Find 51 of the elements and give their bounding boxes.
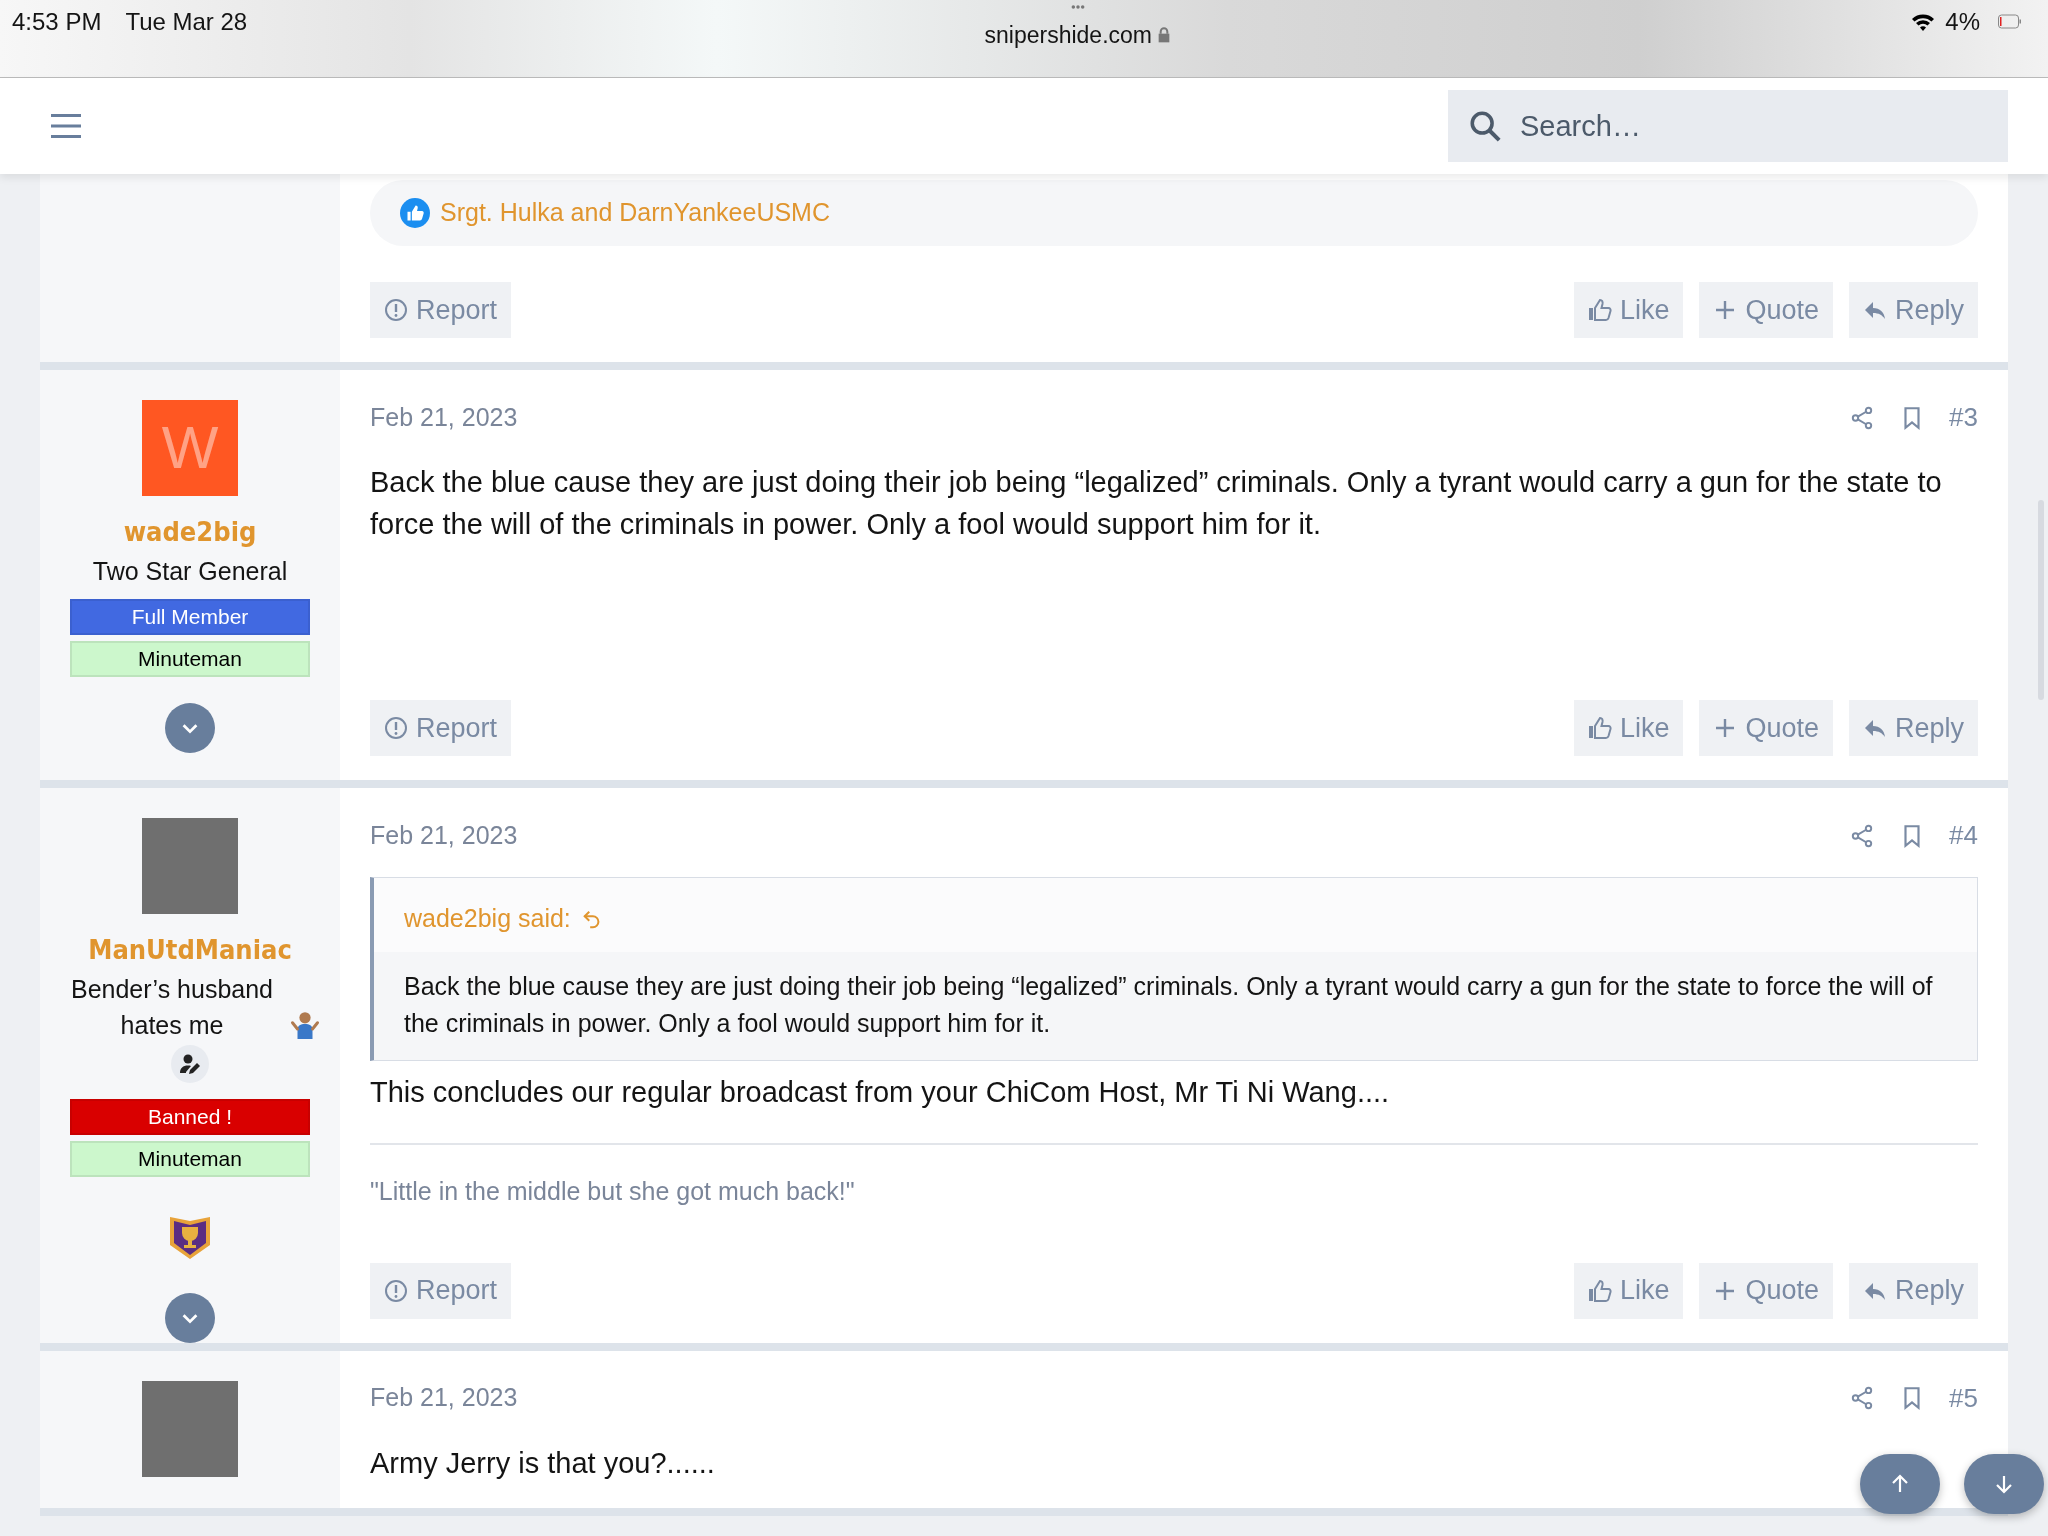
quote-button[interactable]: Quote bbox=[1699, 700, 1833, 756]
quote-text: Back the blue cause they are just doing their job being “legalized” criminals. Only a tyrant would carry a gun for the state to force the will of the criminals in power. Only a fool would support him for it. bbox=[374, 951, 1977, 1060]
search-icon bbox=[1468, 109, 1502, 143]
thumbs-up-icon bbox=[1587, 716, 1612, 740]
report-button[interactable]: Report bbox=[370, 700, 512, 756]
user-banner: Minuteman bbox=[70, 1140, 310, 1177]
status-date: Tue Mar 28 bbox=[125, 7, 248, 37]
reply-button[interactable]: Reply bbox=[1848, 282, 1978, 338]
post-text: Army Jerry is that you?...... bbox=[370, 1445, 716, 1481]
quote-author-link[interactable]: wade2big said: bbox=[404, 900, 571, 938]
username-link[interactable]: wade2big bbox=[123, 512, 257, 553]
user-title: Two Star General bbox=[92, 555, 288, 587]
like-button[interactable]: Like bbox=[1573, 700, 1684, 756]
post-number-link[interactable]: #5 bbox=[1949, 1378, 1978, 1418]
post-date[interactable]: Feb 21, 2023 bbox=[370, 816, 518, 855]
signature-text: "Little in the middle but she got much back!" bbox=[370, 1142, 1978, 1210]
expand-button[interactable] bbox=[165, 1292, 215, 1343]
report-icon bbox=[384, 1278, 408, 1303]
post-number-link[interactable]: #3 bbox=[1949, 398, 1978, 437]
search-field[interactable]: Search… bbox=[1448, 90, 2008, 162]
post-text: This concludes our regular broadcast from your ChiCom Host, Mr Ti Ni Wang.... bbox=[370, 1074, 1391, 1110]
thumbs-up-icon bbox=[1587, 298, 1612, 322]
scroll-down-button[interactable] bbox=[1964, 1454, 2044, 1514]
like-reaction-icon bbox=[400, 198, 430, 228]
reactions-link[interactable]: Srgt. Hulka and DarnYankeeUSMC bbox=[440, 194, 830, 232]
report-icon bbox=[384, 298, 408, 322]
user-title: Bender’s husband hates me bbox=[70, 973, 274, 1041]
report-icon bbox=[384, 716, 408, 740]
battery-percent: 4% bbox=[1945, 7, 1980, 37]
username-link[interactable]: ManUtdManiac bbox=[88, 930, 292, 971]
post-text: Back the blue cause they are just doing their job being “legalized” criminals. Only a tyrant would carry a gun for the state to force the will of the criminals in power. Only a fool would support him for it. bbox=[370, 465, 1943, 542]
post-date[interactable]: Feb 21, 2023 bbox=[370, 398, 518, 437]
like-button[interactable]: Like bbox=[1573, 282, 1684, 338]
expand-button[interactable] bbox=[165, 702, 215, 753]
user-banner: Minuteman bbox=[70, 640, 310, 677]
like-button[interactable]: Like bbox=[1573, 1262, 1684, 1319]
post-number-link[interactable]: #4 bbox=[1949, 816, 1978, 855]
thumbs-up-icon bbox=[1587, 1278, 1612, 1303]
report-button[interactable]: Report bbox=[370, 282, 512, 338]
quote-button[interactable]: Quote bbox=[1699, 282, 1833, 338]
lock-icon bbox=[1156, 26, 1172, 45]
quote-button[interactable]: Quote bbox=[1699, 1262, 1833, 1319]
address-url[interactable]: snipershide.com bbox=[984, 18, 1152, 53]
user-banner: Banned ! bbox=[70, 1098, 310, 1135]
user-avatar[interactable]: W bbox=[142, 400, 238, 496]
reply-button[interactable]: Reply bbox=[1848, 1262, 1978, 1319]
report-button[interactable]: Report bbox=[370, 1262, 512, 1319]
reply-button[interactable]: Reply bbox=[1848, 700, 1978, 756]
status-time: 4:53 PM bbox=[12, 7, 102, 37]
post-date[interactable]: Feb 21, 2023 bbox=[370, 1379, 518, 1417]
user-banner: Full Member bbox=[70, 598, 310, 635]
